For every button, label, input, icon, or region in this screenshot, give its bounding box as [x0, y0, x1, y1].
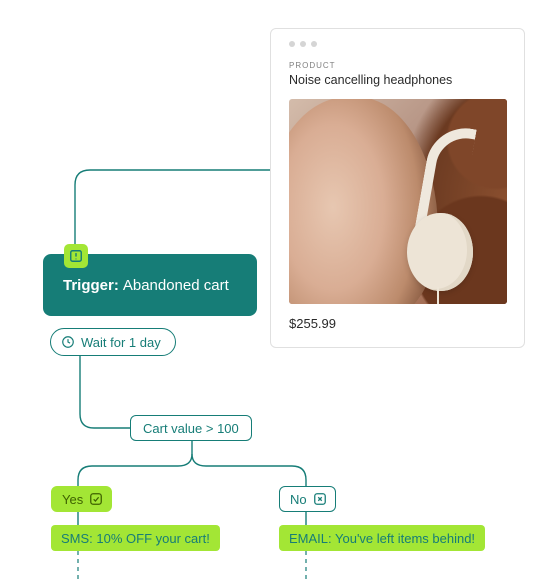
condition-node[interactable]: Cart value > 100 [130, 415, 252, 441]
condition-label: Cart value > 100 [143, 421, 239, 436]
branch-no-label: No [290, 492, 307, 507]
trigger-prefix: Trigger: [63, 277, 119, 294]
wait-node[interactable]: Wait for 1 day [50, 328, 176, 356]
branch-yes-label: Yes [62, 492, 83, 507]
trigger-label: Abandoned cart [123, 277, 229, 294]
product-label: PRODUCT [289, 61, 506, 70]
product-name: Noise cancelling headphones [289, 73, 506, 87]
window-dot [311, 41, 317, 47]
headphones-icon [401, 135, 477, 293]
branch-no[interactable]: No [279, 486, 336, 512]
check-square-icon [89, 492, 103, 506]
action-email[interactable]: EMAIL: You've left items behind! [279, 525, 485, 551]
window-dot [289, 41, 295, 47]
action-email-label: EMAIL: You've left items behind! [289, 531, 475, 546]
action-sms[interactable]: SMS: 10% OFF your cart! [51, 525, 220, 551]
product-price: $255.99 [289, 316, 506, 331]
product-card: PRODUCT Noise cancelling headphones $255… [270, 28, 525, 348]
branch-yes[interactable]: Yes [51, 486, 112, 512]
action-sms-label: SMS: 10% OFF your cart! [61, 531, 210, 546]
clock-icon [61, 335, 75, 349]
x-square-icon [313, 492, 327, 506]
window-controls [289, 41, 506, 47]
window-dot [300, 41, 306, 47]
product-image [289, 99, 507, 304]
wait-label: Wait for 1 day [81, 335, 161, 350]
alert-square-icon [64, 244, 88, 268]
